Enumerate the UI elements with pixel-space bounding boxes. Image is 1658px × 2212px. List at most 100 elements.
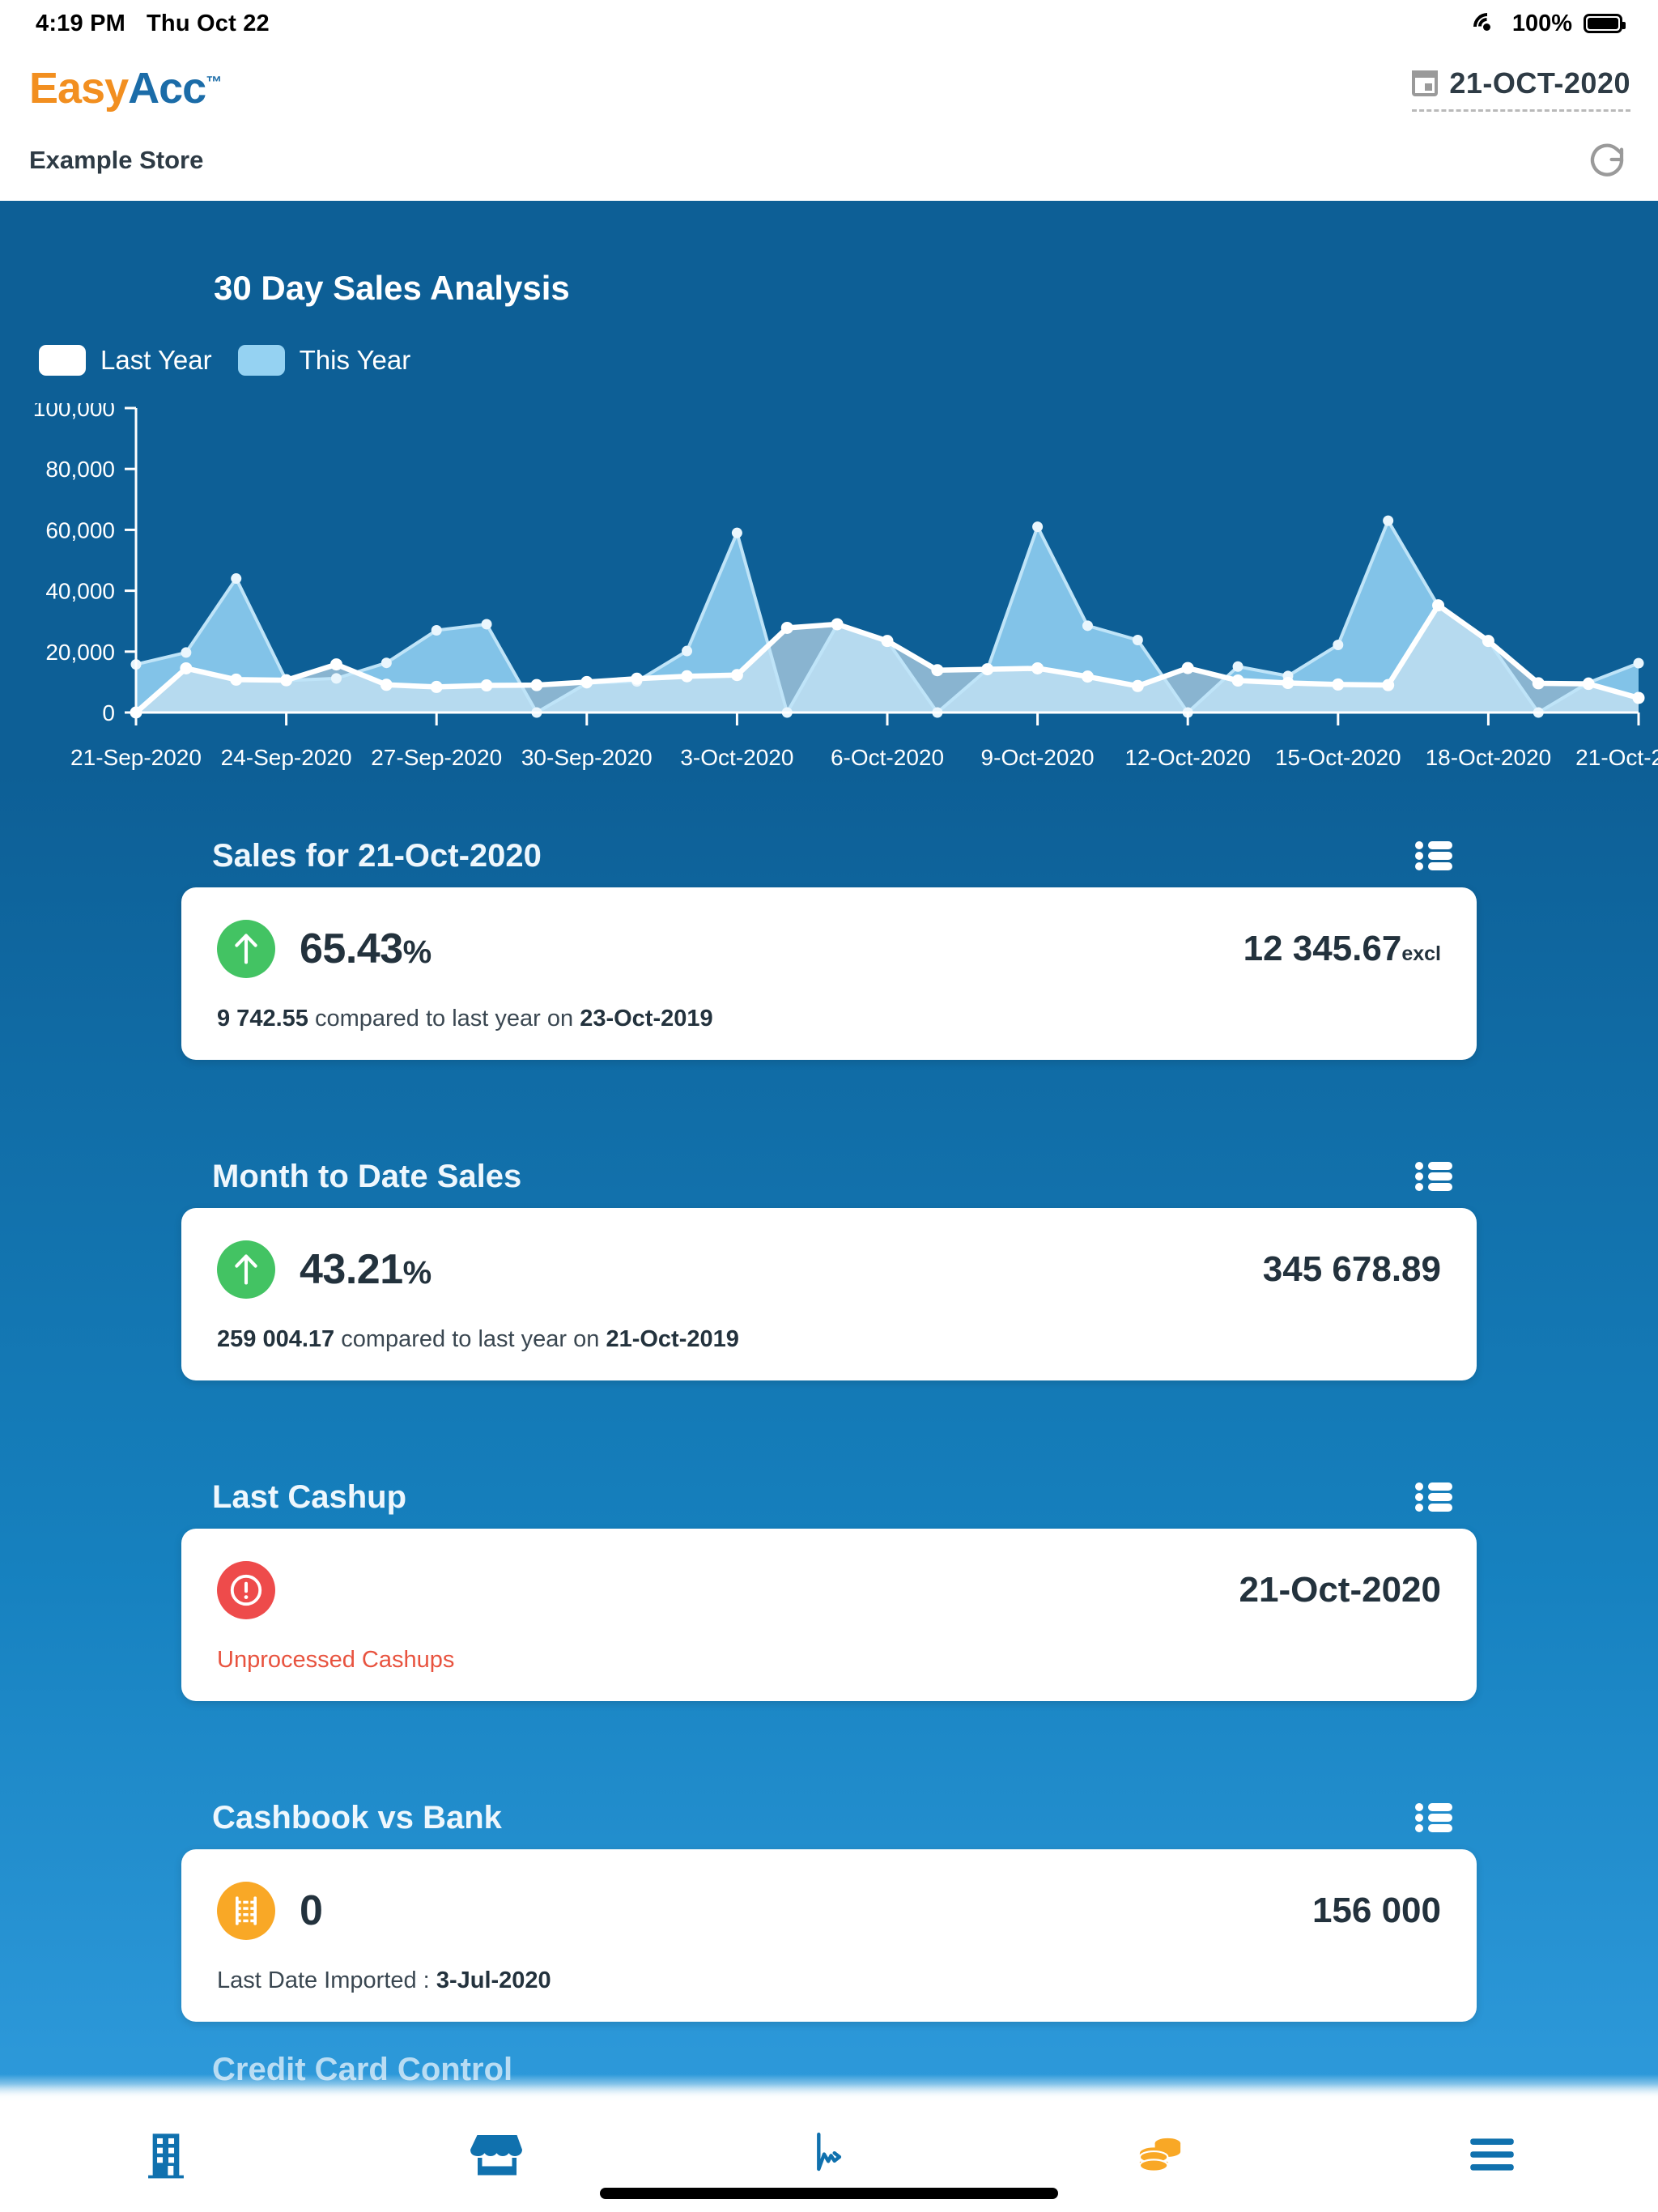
tab-money[interactable] (1104, 2120, 1218, 2189)
status-bar-time: 4:19 PM (36, 10, 125, 36)
metric-card-left: 65.43% (217, 920, 432, 978)
status-bar-date: Thu Oct 22 (147, 10, 270, 36)
section-header: Cashbook vs Bank (181, 1786, 1477, 1849)
refresh-icon (1590, 143, 1624, 177)
selected-date-value: 21-OCT-2020 (1449, 66, 1630, 100)
metric-caption: 9 742.55 compared to last year on 23-Oct… (217, 1006, 1441, 1032)
metric-amount: 21-Oct-2020 (1239, 1570, 1441, 1610)
legend-item-last-year[interactable]: Last Year (39, 345, 212, 376)
metric-secondary-value: 156 000 (1312, 1891, 1441, 1931)
caption-middle: compared to last year on (334, 1326, 606, 1352)
alert-circle-icon (230, 1574, 262, 1606)
status-badge (217, 920, 275, 978)
tab-analytics[interactable] (772, 2120, 886, 2189)
section-title: Month to Date Sales (212, 1158, 522, 1194)
section-title: Sales for 21-Oct-2020 (212, 837, 542, 874)
bottom-tab-bar (0, 2084, 1658, 2212)
status-badge (217, 1882, 275, 1940)
list-icon[interactable] (1415, 1162, 1452, 1191)
legend-label-last-year: Last Year (100, 345, 212, 375)
metric-secondary-value: 345 678.89 (1263, 1249, 1441, 1290)
dashboard-section: Sales for 21-Oct-2020 65.43% 12 345.67excl… (181, 824, 1477, 1060)
metric-secondary-value: 12 345.67excl (1244, 929, 1441, 969)
metric-number: 65.43 (300, 925, 403, 972)
battery-percent-label: 100% (1511, 10, 1572, 36)
metric-number: 43.21 (300, 1246, 403, 1293)
arrow-up-icon (235, 934, 257, 964)
metric-card[interactable]: 0 156 000 Last Date Imported : 3-Jul-2020 (181, 1849, 1477, 2022)
metric-primary-value: 65.43% (300, 925, 432, 973)
date-picker[interactable]: 21-OCT-2020 (1412, 66, 1630, 112)
legend-label-this-year: This Year (299, 345, 411, 375)
dashboard-section: Cashbook vs Bank 0 156 000 Last Date Import… (181, 1786, 1477, 2022)
x-axis-tick-label: 24-Sep-2020 (220, 745, 352, 770)
section-title: Last Cashup (212, 1478, 407, 1515)
section-header: Month to Date Sales (181, 1145, 1477, 1208)
tab-store[interactable] (440, 2120, 554, 2189)
x-axis-tick-label: 15-Oct-2020 (1274, 745, 1401, 770)
metric-card[interactable]: 43.21% 345 678.89 259 004.17 compared to l… (181, 1208, 1477, 1380)
tab-company[interactable] (109, 2120, 223, 2189)
metric-caption: Unprocessed Cashups (217, 1647, 1441, 1674)
x-axis-tick-label: 9-Oct-2020 (980, 745, 1095, 770)
list-icon[interactable] (1415, 841, 1452, 870)
metric-card[interactable]: 21-Oct-2020 Unprocessed Cashups (181, 1529, 1477, 1701)
caption-suffix: 23-Oct-2019 (580, 1006, 713, 1032)
dashboard-section: Month to Date Sales 43.21% 345 678.89 259 0… (181, 1145, 1477, 1380)
status-bar-right: 100% (1467, 6, 1626, 47)
refresh-button[interactable] (1585, 138, 1629, 181)
metric-card-row: 43.21% 345 678.89 (217, 1240, 1441, 1299)
y-axis-tick-label: 100,000 (33, 403, 115, 421)
metric-caption: Last Date Imported : 3-Jul-2020 (217, 1967, 1441, 1994)
sales-area-chart[interactable]: 0 20,000 40,000 60,000 80,000 100,000 (0, 403, 1658, 751)
building-icon (147, 2133, 184, 2179)
metric-amount: 156 000 (1312, 1891, 1441, 1930)
battery-icon (1584, 14, 1626, 33)
y-axis-tick-label: 60,000 (45, 517, 115, 542)
x-axis-tick-label: 12-Oct-2020 (1124, 745, 1252, 770)
y-axis-tick-label: 40,000 (45, 579, 115, 604)
status-bar-left: 4:19 PM Thu Oct 22 (36, 11, 270, 37)
caption-suffix: 3-Jul-2020 (436, 1967, 551, 1993)
logo-text-easy: Easy (29, 64, 129, 113)
caption-middle: Unprocessed Cashups (217, 1647, 455, 1673)
x-axis-tick-label: 21-Sep-2020 (70, 745, 202, 770)
legend-item-this-year[interactable]: This Year (237, 345, 411, 376)
app-header: EasyAcc™ Example Store 21-OCT-2020 (0, 47, 1658, 201)
hamburger-menu-icon (1470, 2138, 1514, 2171)
dashboard-section: Last Cashup 21-Oct-2020 Unprocessed Cashup… (181, 1465, 1477, 1701)
x-axis-tick-label: 27-Sep-2020 (371, 745, 503, 770)
store-icon (470, 2135, 523, 2176)
y-axis-tick-label: 0 (102, 700, 115, 725)
y-axis-tick-label: 20,000 (45, 640, 115, 665)
x-axis-tick-label: 18-Oct-2020 (1425, 745, 1552, 770)
list-icon[interactable] (1415, 1482, 1452, 1512)
metric-card-left: 43.21% (217, 1240, 432, 1299)
caption-middle: compared to last year on (308, 1006, 580, 1032)
caption-prefix: 9 742.55 (217, 1006, 308, 1032)
chart-title: 30 Day Sales Analysis (214, 269, 570, 307)
caption-middle: Last Date Imported : (217, 1967, 436, 1993)
section-header: Sales for 21-Oct-2020 (181, 824, 1477, 887)
metric-card-left: 0 (217, 1882, 323, 1940)
tab-more[interactable] (1435, 2120, 1549, 2189)
list-icon[interactable] (1415, 1803, 1452, 1832)
metric-card-row: 0 156 000 (217, 1882, 1441, 1940)
metric-primary-value: 43.21% (300, 1245, 432, 1294)
metric-primary-value: 0 (300, 1887, 323, 1935)
logo-trademark: ™ (206, 74, 222, 91)
dashboard-scroll-area[interactable]: 30 Day Sales Analysis Last Year This Yea… (0, 201, 1658, 2104)
metric-secondary-value: 21-Oct-2020 (1239, 1570, 1441, 1610)
caption-suffix: 21-Oct-2019 (606, 1326, 739, 1352)
metric-card-row: 65.43% 12 345.67excl (217, 920, 1441, 978)
chart-x-axis-labels: 21-Sep-2020 24-Sep-2020 27-Sep-2020 30-Sep-… (0, 745, 1658, 785)
x-axis-tick-label: 6-Oct-2020 (830, 745, 945, 770)
pulse-icon (817, 2132, 842, 2172)
section-header: Last Cashup (181, 1465, 1477, 1529)
y-axis-tick-label: 80,000 (45, 457, 115, 482)
metric-card[interactable]: 65.43% 12 345.67excl 9 742.55 compared to … (181, 887, 1477, 1060)
calendar-icon (1412, 70, 1439, 96)
chart-legend: Last Year This Year (39, 345, 410, 376)
chart-canvas: 0 20,000 40,000 60,000 80,000 100,000 (33, 403, 1645, 725)
store-name-label: Example Store (29, 146, 204, 174)
